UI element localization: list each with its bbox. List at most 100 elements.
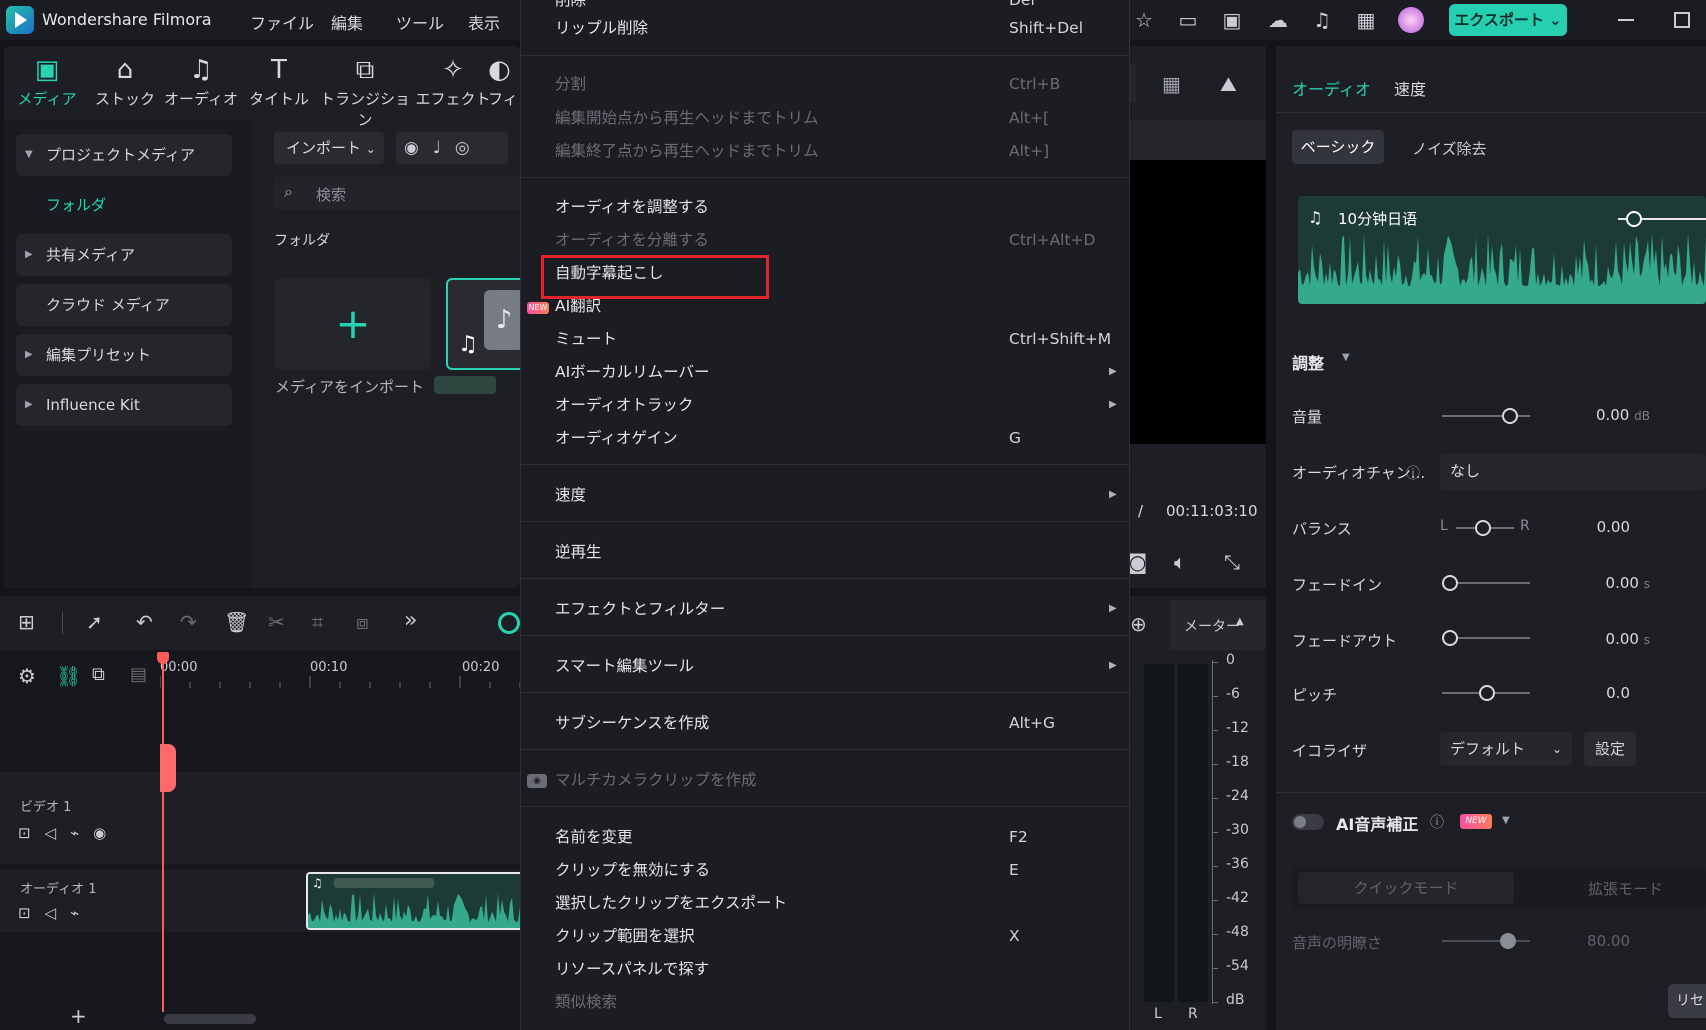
volume-value[interactable]: 0.00 dB <box>1550 406 1650 424</box>
volume-icon[interactable]: ◁ <box>45 904 71 922</box>
menu-file[interactable]: ファイル <box>250 10 314 34</box>
balance-value[interactable]: 0.00 <box>1560 518 1630 536</box>
tab-transitions[interactable]: ⧉ トランジション <box>318 54 412 130</box>
menu-item[interactable]: 速度 <box>555 483 586 507</box>
save-icon[interactable]: ▣ <box>1220 8 1244 32</box>
voice-clarity-slider[interactable] <box>1442 940 1530 942</box>
export-button[interactable]: エクスポート ⌄ <box>1449 4 1567 36</box>
playhead-handle[interactable] <box>157 652 169 664</box>
pitch-slider-handle[interactable] <box>1479 685 1495 701</box>
fade-in-value[interactable]: 0.00 s <box>1550 574 1650 592</box>
sidebar-item-cloud-media[interactable]: クラウド メディア <box>16 284 232 326</box>
menu-item[interactable]: ミュート <box>555 327 617 351</box>
subtab-denoise[interactable]: ノイズ除去 <box>1412 138 1487 159</box>
tab-speed[interactable]: 速度 <box>1394 76 1426 100</box>
lock-icon[interactable]: ⊡ <box>18 904 45 922</box>
voice-clarity-handle[interactable] <box>1500 933 1516 949</box>
menu-item[interactable]: AIボーカルリムーバー <box>555 360 710 384</box>
volume-icon[interactable]: 🔈︎ <box>1174 550 1186 574</box>
lock-icon[interactable]: ⊡ <box>18 824 45 842</box>
cloud-upload-icon[interactable]: ☁ <box>1266 8 1290 32</box>
waveform-volume-handle[interactable] <box>1626 211 1642 227</box>
fade-in-slider-handle[interactable] <box>1442 575 1458 591</box>
help-icon[interactable]: ⓘ <box>1430 812 1444 832</box>
equalizer-select[interactable]: デフォルト ⌄ <box>1440 732 1572 766</box>
search-input[interactable]: 検索 <box>316 184 346 205</box>
record-icon[interactable]: ◉ <box>404 138 433 158</box>
redo-icon[interactable]: ↷ <box>180 610 197 634</box>
fade-out-slider-handle[interactable] <box>1442 630 1458 646</box>
search-box[interactable]: ⌕ 検索 <box>274 176 520 210</box>
apps-grid-icon[interactable]: ▦ <box>1354 8 1378 32</box>
menu-tools[interactable]: ツール <box>396 10 444 34</box>
import-dropdown[interactable]: インポート ⌄ <box>274 132 384 164</box>
undo-icon[interactable]: ↶ <box>136 610 153 634</box>
ai-voice-toggle[interactable] <box>1292 814 1324 830</box>
audio-clip[interactable]: ♫ <box>306 872 520 930</box>
tab-titles[interactable]: T タイトル <box>240 54 318 109</box>
sidebar-item-folder[interactable]: フォルダ <box>46 194 106 215</box>
menu-view[interactable]: 表示 <box>468 10 500 34</box>
quick-mode-button[interactable]: クイックモード <box>1298 872 1514 904</box>
camera-icon[interactable]: ◙ <box>1128 550 1147 574</box>
sidebar-item-shared-media[interactable]: ▶ 共有メディア <box>16 234 232 276</box>
subtab-basic[interactable]: ベーシック <box>1292 130 1384 164</box>
layout-icon[interactable]: ▭ <box>1176 8 1200 32</box>
menu-item-delete[interactable]: 削除 <box>555 0 586 12</box>
caret-down-icon[interactable]: ▼ <box>1502 815 1510 826</box>
menu-item[interactable]: スマート編集ツール <box>555 654 694 678</box>
settings-icon[interactable]: ⚙ <box>18 664 36 688</box>
menu-item[interactable]: 逆再生 <box>555 540 602 564</box>
split-icon[interactable]: ✂ <box>268 610 285 634</box>
menu-item[interactable]: クリップを無効にする <box>555 858 710 882</box>
meter-header[interactable]: メーター ▲ <box>1170 600 1266 650</box>
more-tools-icon[interactable]: » <box>404 608 417 633</box>
playhead[interactable] <box>162 652 164 1012</box>
import-media-tile[interactable]: + <box>275 278 431 370</box>
track-manage-icon[interactable]: ▤ <box>130 664 147 685</box>
equalizer-settings-button[interactable]: 設定 <box>1584 732 1636 766</box>
menu-item[interactable]: クリップ範囲を選択 <box>555 924 695 948</box>
magnet-icon[interactable]: ⌁ <box>70 824 93 842</box>
tab-media[interactable]: ▣ メディア <box>8 54 86 109</box>
playhead-marker[interactable] <box>160 744 176 792</box>
balance-slider-handle[interactable] <box>1475 520 1491 536</box>
crop-icon[interactable]: ⌗ <box>312 610 323 634</box>
extended-mode-button[interactable]: 拡張モード <box>1588 878 1663 899</box>
menu-item[interactable]: オーディオトラック <box>555 393 693 417</box>
sidebar-item-influence-kit[interactable]: ▶ Influence Kit <box>16 384 232 426</box>
reset-button[interactable]: リセ <box>1668 984 1706 1018</box>
link-icon[interactable]: ⛓ <box>56 664 81 688</box>
volume-icon[interactable]: ◁ <box>45 824 71 842</box>
volume-slider-handle[interactable] <box>1502 408 1518 424</box>
group-icon[interactable]: ⧉ <box>92 664 105 685</box>
sidebar-item-project-media[interactable]: ▼ プロジェクトメディア <box>16 134 232 176</box>
minimize-icon[interactable] <box>1618 19 1634 21</box>
menu-item[interactable]: オーディオを調整する <box>555 195 709 219</box>
magnet-icon[interactable]: ⌁ <box>70 904 93 922</box>
tab-stock[interactable]: ⌂ ストック <box>86 54 164 109</box>
headset-icon[interactable]: ♫ <box>1310 8 1334 32</box>
timeline-scrollbar[interactable] <box>164 1014 256 1024</box>
feedback-icon[interactable]: ☆ <box>1132 8 1156 32</box>
select-tool-icon[interactable]: ➚ <box>86 610 103 634</box>
menu-item[interactable]: エフェクトとフィルター <box>555 597 725 621</box>
tab-audio-props[interactable]: オーディオ <box>1292 76 1371 100</box>
add-icon[interactable]: ⊕ <box>1130 612 1147 636</box>
record-indicator-icon[interactable] <box>498 612 520 634</box>
audio-clip-thumbnail[interactable]: ♫ ♪ <box>446 278 526 370</box>
ai-tool-icon[interactable]: ⧈ <box>356 610 369 634</box>
eye-icon[interactable]: ◉ <box>93 824 120 842</box>
add-track-icon[interactable]: + <box>70 1004 87 1028</box>
tab-effects[interactable]: ✧ エフェクト <box>414 54 492 109</box>
fullscreen-icon[interactable]: ⤡ <box>1224 550 1240 574</box>
snapshot-view-icon[interactable]: ⛰ <box>1220 72 1237 96</box>
audio-channel-select[interactable]: なし <box>1440 454 1706 490</box>
tab-audio[interactable]: ♫ オーディオ <box>162 54 240 109</box>
sidebar-item-edit-presets[interactable]: ▶ 編集プリセット <box>16 334 232 376</box>
grid-view-icon[interactable]: ▦ <box>1162 72 1181 96</box>
caret-down-icon[interactable]: ▼ <box>1342 352 1350 363</box>
delete-icon[interactable]: 🗑︎ <box>224 610 249 634</box>
menu-item[interactable]: オーディオゲイン <box>555 426 678 450</box>
layout-grid-icon[interactable]: ⊞ <box>18 610 35 634</box>
